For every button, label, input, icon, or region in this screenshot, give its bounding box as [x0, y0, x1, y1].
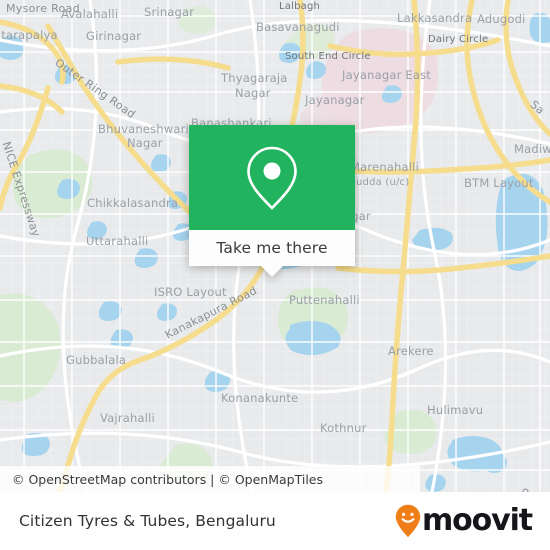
map-screenshot-root: Mysore Road Avalahalli Srinagar Lalbagh Lakk… — [0, 0, 550, 550]
popup-image-area — [189, 125, 355, 230]
attribution-text[interactable]: © OpenStreetMap contributors | © OpenMap… — [0, 472, 323, 487]
place-title: Citizen Tyres & Tubes, Bengaluru — [19, 512, 276, 530]
map-attribution-bar: © OpenStreetMap contributors | © OpenMap… — [0, 466, 420, 492]
moovit-wordmark: moovit — [421, 503, 533, 538]
moovit-logo[interactable]: moovit — [395, 504, 550, 538]
map-pin-icon — [247, 146, 297, 210]
take-me-there-label: Take me there — [216, 239, 328, 257]
popup-pointer-tail — [261, 266, 283, 277]
place-popup-card[interactable]: Take me there — [189, 125, 355, 277]
moovit-smiley-pin-icon — [395, 504, 421, 538]
footer-bar: Citizen Tyres & Tubes, Bengaluru moovit — [0, 492, 550, 550]
take-me-there-button[interactable]: Take me there — [189, 230, 355, 266]
